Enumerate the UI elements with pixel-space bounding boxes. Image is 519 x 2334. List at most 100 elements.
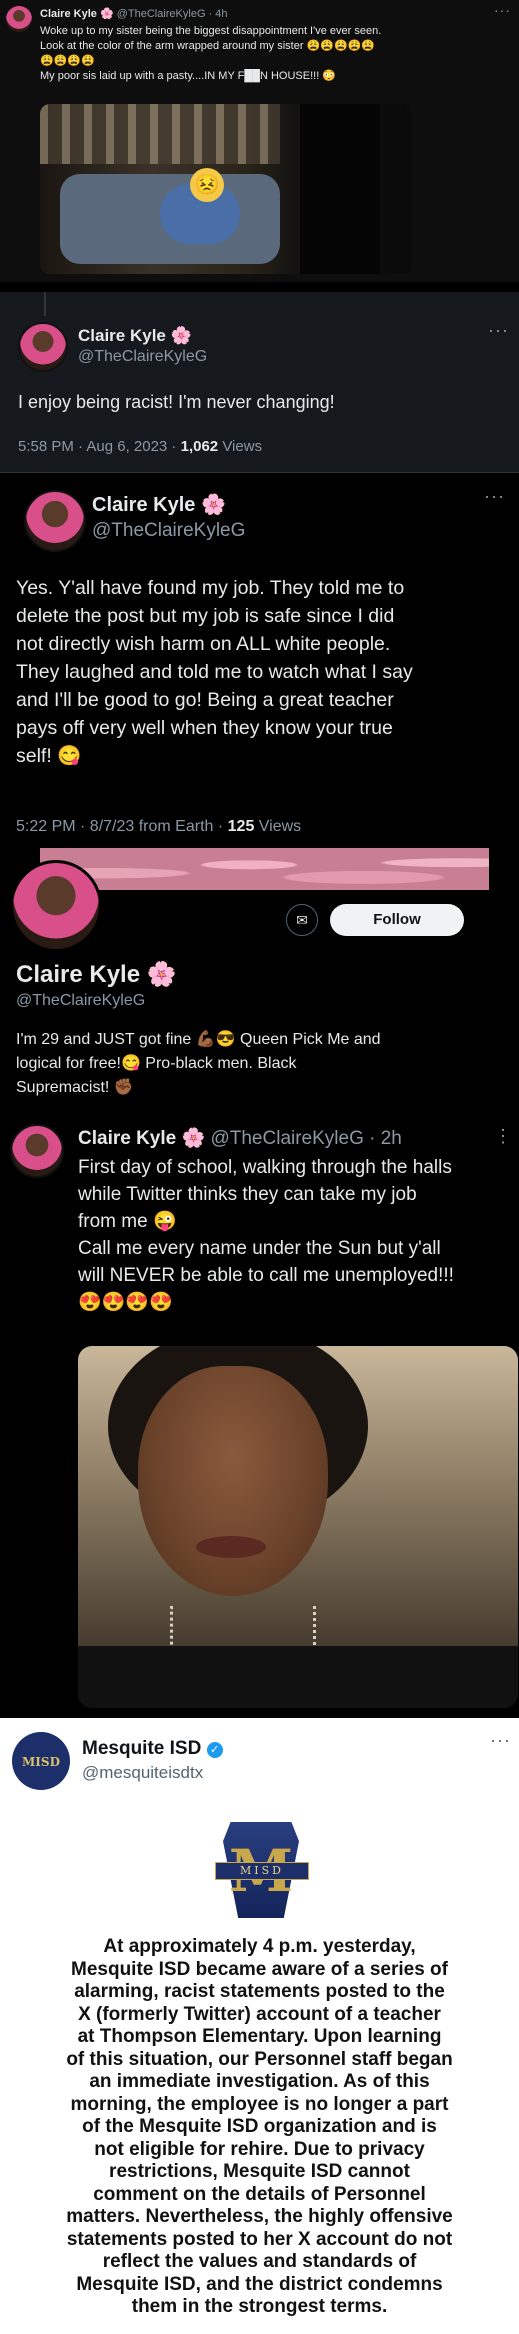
district-logo-mini: MISD [22, 1755, 60, 1769]
author-name[interactable]: Claire Kyle [92, 494, 195, 516]
tweet-line: and I'll be good to go! Being a great te… [16, 689, 394, 711]
author-handle[interactable]: @TheClaireKyleG · 2h [210, 1128, 401, 1149]
profile-handle: @TheClaireKyleG [16, 992, 146, 1009]
more-icon[interactable]: ··· [490, 1730, 511, 1751]
tweet-line: will NEVER be able to call me unemployed… [78, 1265, 454, 1286]
tweet-2: Claire Kyle 🌸 @TheClaireKyleG ··· I enjo… [0, 292, 519, 472]
statement-line: Mesquite ISD became aware of a series of [71, 1958, 448, 1980]
statement-line: them in the strongest terms. [131, 2296, 388, 2317]
logo-banner: MISD [215, 1862, 309, 1880]
tweet-time: · 4h [208, 8, 228, 20]
bio-line: logical for free!😋 Pro-black men. Black [16, 1055, 297, 1072]
statement-line: at Thompson Elementary. Upon learning [77, 2026, 442, 2047]
divider [0, 472, 519, 473]
lips [196, 1536, 266, 1558]
face-emoji-overlay: 😣 [190, 168, 224, 202]
thread-line [44, 292, 46, 316]
tweet-text: Woke up to my sister being the biggest d… [40, 24, 510, 84]
statement-line: matters. Nevertheless, the highly offens… [66, 2206, 453, 2227]
avatar[interactable] [10, 1124, 64, 1178]
tweet-3: Claire Kyle 🌸 @TheClaireKyleG ··· Yes. Y… [0, 472, 519, 848]
profile-avatar[interactable] [10, 860, 102, 952]
profile-name: Claire Kyle [16, 961, 141, 988]
shirt [78, 1646, 518, 1708]
tweet-line: self! 😋 [16, 745, 82, 767]
author-block: Claire Kyle 🌸 @TheClaireKyleG [92, 492, 245, 542]
bio-line: I'm 29 and JUST got fine 💪🏾😎 Queen Pick … [16, 1031, 381, 1048]
profile-bio: I'm 29 and JUST got fine 💪🏾😎 Queen Pick … [16, 1028, 506, 1100]
tweet-line: while Twitter thinks they can take my jo… [78, 1184, 417, 1205]
tweet-line: delete the post but my job is safe since… [16, 605, 395, 627]
banner-dark-edge [489, 848, 519, 890]
statement-line: alarming, racist statements posted to th… [74, 1981, 445, 2002]
statement-text: At approximately 4 p.m. yesterday, Mesqu… [6, 1936, 513, 2319]
statement-line: reflect the values and standards of [102, 2251, 417, 2272]
more-icon[interactable]: ··· [494, 2, 511, 18]
tweet-1: Claire Kyle 🌸 @TheClaireKyleG · 4h ··· W… [0, 0, 519, 282]
views-label: Views [218, 438, 263, 455]
tweet-4: Claire Kyle 🌸 @TheClaireKyleG · 2h ⋮ Fir… [0, 1114, 519, 1718]
views-count: 1,062 [180, 438, 219, 455]
tweet-video[interactable] [78, 1346, 518, 1708]
author-handle[interactable]: @TheClaireKyleG [78, 348, 207, 366]
views-count: 125 [227, 818, 255, 835]
author-handle[interactable]: @mesquiteisdtx [82, 1763, 223, 1783]
tweet-line: Yes. Y'all have found my job. They told … [16, 577, 405, 599]
timestamp[interactable]: 5:22 PM · 8/7/23 from Earth · [16, 818, 228, 835]
tweet-line: 😩😩😩😩 [40, 55, 95, 67]
flower-icon: 🌸 [99, 8, 114, 20]
tweet-text: I enjoy being racist! I'm never changing… [18, 392, 335, 412]
flower-icon: 🌸 [146, 961, 177, 988]
tweet-meta: 5:58 PM · Aug 6, 2023 · 1,062 Views [18, 438, 262, 455]
statement-line: of this situation, our Personnel staff b… [66, 2048, 453, 2070]
tweet-line: Look at the color of the arm wrapped aro… [40, 40, 376, 52]
author-handle[interactable]: @TheClaireKyleG [92, 520, 245, 542]
tweet-line: 😍😍😍😍 [78, 1292, 173, 1313]
avatar[interactable] [18, 322, 68, 372]
tweet-line: not directly wish harm on ALL white peop… [16, 633, 391, 655]
tweet-line: Woke up to my sister being the biggest d… [40, 25, 382, 37]
statement-line: morning, the employee is no longer a par… [70, 2093, 449, 2115]
profile-card: ✉ Follow Claire Kyle 🌸 @TheClaireKyleG I… [0, 848, 519, 1114]
tweet-line: Call me every name under the Sun but y'a… [78, 1238, 441, 1259]
author-handle[interactable]: @TheClaireKyleG [117, 8, 206, 20]
avatar[interactable] [24, 490, 86, 552]
statement-line: an immediate investigation. As of this [89, 2071, 430, 2092]
timestamp[interactable]: 5:58 PM · Aug 6, 2023 · [18, 438, 181, 455]
tweet-line: First day of school, walking through the… [78, 1157, 452, 1178]
author-name[interactable]: Claire Kyle [78, 1128, 176, 1149]
statement-line: At approximately 4 p.m. yesterday, [103, 1936, 416, 1957]
author-name[interactable]: Claire Kyle [78, 326, 166, 345]
tweet-line: My poor sis laid up with a pasty....IN M… [40, 70, 337, 82]
avatar[interactable] [6, 6, 32, 32]
author-block: Claire Kyle 🌸 @TheClaireKyleG [78, 326, 207, 366]
author-block: Mesquite ISD ✓ @mesquiteisdtx [82, 1738, 223, 1783]
doorway [300, 104, 380, 274]
follow-button[interactable]: Follow [330, 904, 464, 936]
tweet-photo[interactable]: 😣 [40, 104, 412, 274]
statement-line: comment on the details of Personnel [93, 2183, 426, 2205]
face [138, 1366, 328, 1596]
more-icon[interactable]: ··· [484, 486, 505, 507]
author-name[interactable]: Mesquite ISD [82, 1738, 201, 1759]
bio-line: Supremacist! ✊🏾 [16, 1079, 134, 1096]
tweet-line: They laughed and told me to watch what I… [16, 661, 413, 683]
statement-line: not eligible for rehire. Due to privacy [94, 2138, 425, 2160]
author-name[interactable]: Claire Kyle [40, 8, 97, 20]
more-icon[interactable]: ··· [488, 320, 509, 341]
tweet-text: First day of school, walking through the… [78, 1154, 514, 1316]
flower-icon: 🌸 [170, 326, 192, 345]
statement-line: of the Mesquite ISD organization and is [82, 2116, 437, 2137]
flower-icon: 🌸 [200, 494, 226, 516]
message-button[interactable]: ✉ [286, 904, 318, 936]
tweet-header: Claire Kyle 🌸 @TheClaireKyleG · 2h [78, 1126, 402, 1150]
district-logo: M MISD [205, 1822, 317, 1922]
more-icon[interactable]: ⋮ [494, 1126, 513, 1147]
views-label: Views [254, 818, 302, 835]
district-avatar[interactable]: MISD [12, 1732, 70, 1790]
statement-line: Mesquite ISD, and the district condemns [76, 2273, 443, 2295]
statement-line: restrictions, Mesquite ISD cannot [109, 2161, 410, 2182]
tweet-text: Yes. Y'all have found my job. They told … [16, 574, 512, 770]
tweet-meta: 5:22 PM · 8/7/23 from Earth · 125 Views [16, 818, 301, 836]
envelope-icon: ✉ [296, 912, 308, 928]
